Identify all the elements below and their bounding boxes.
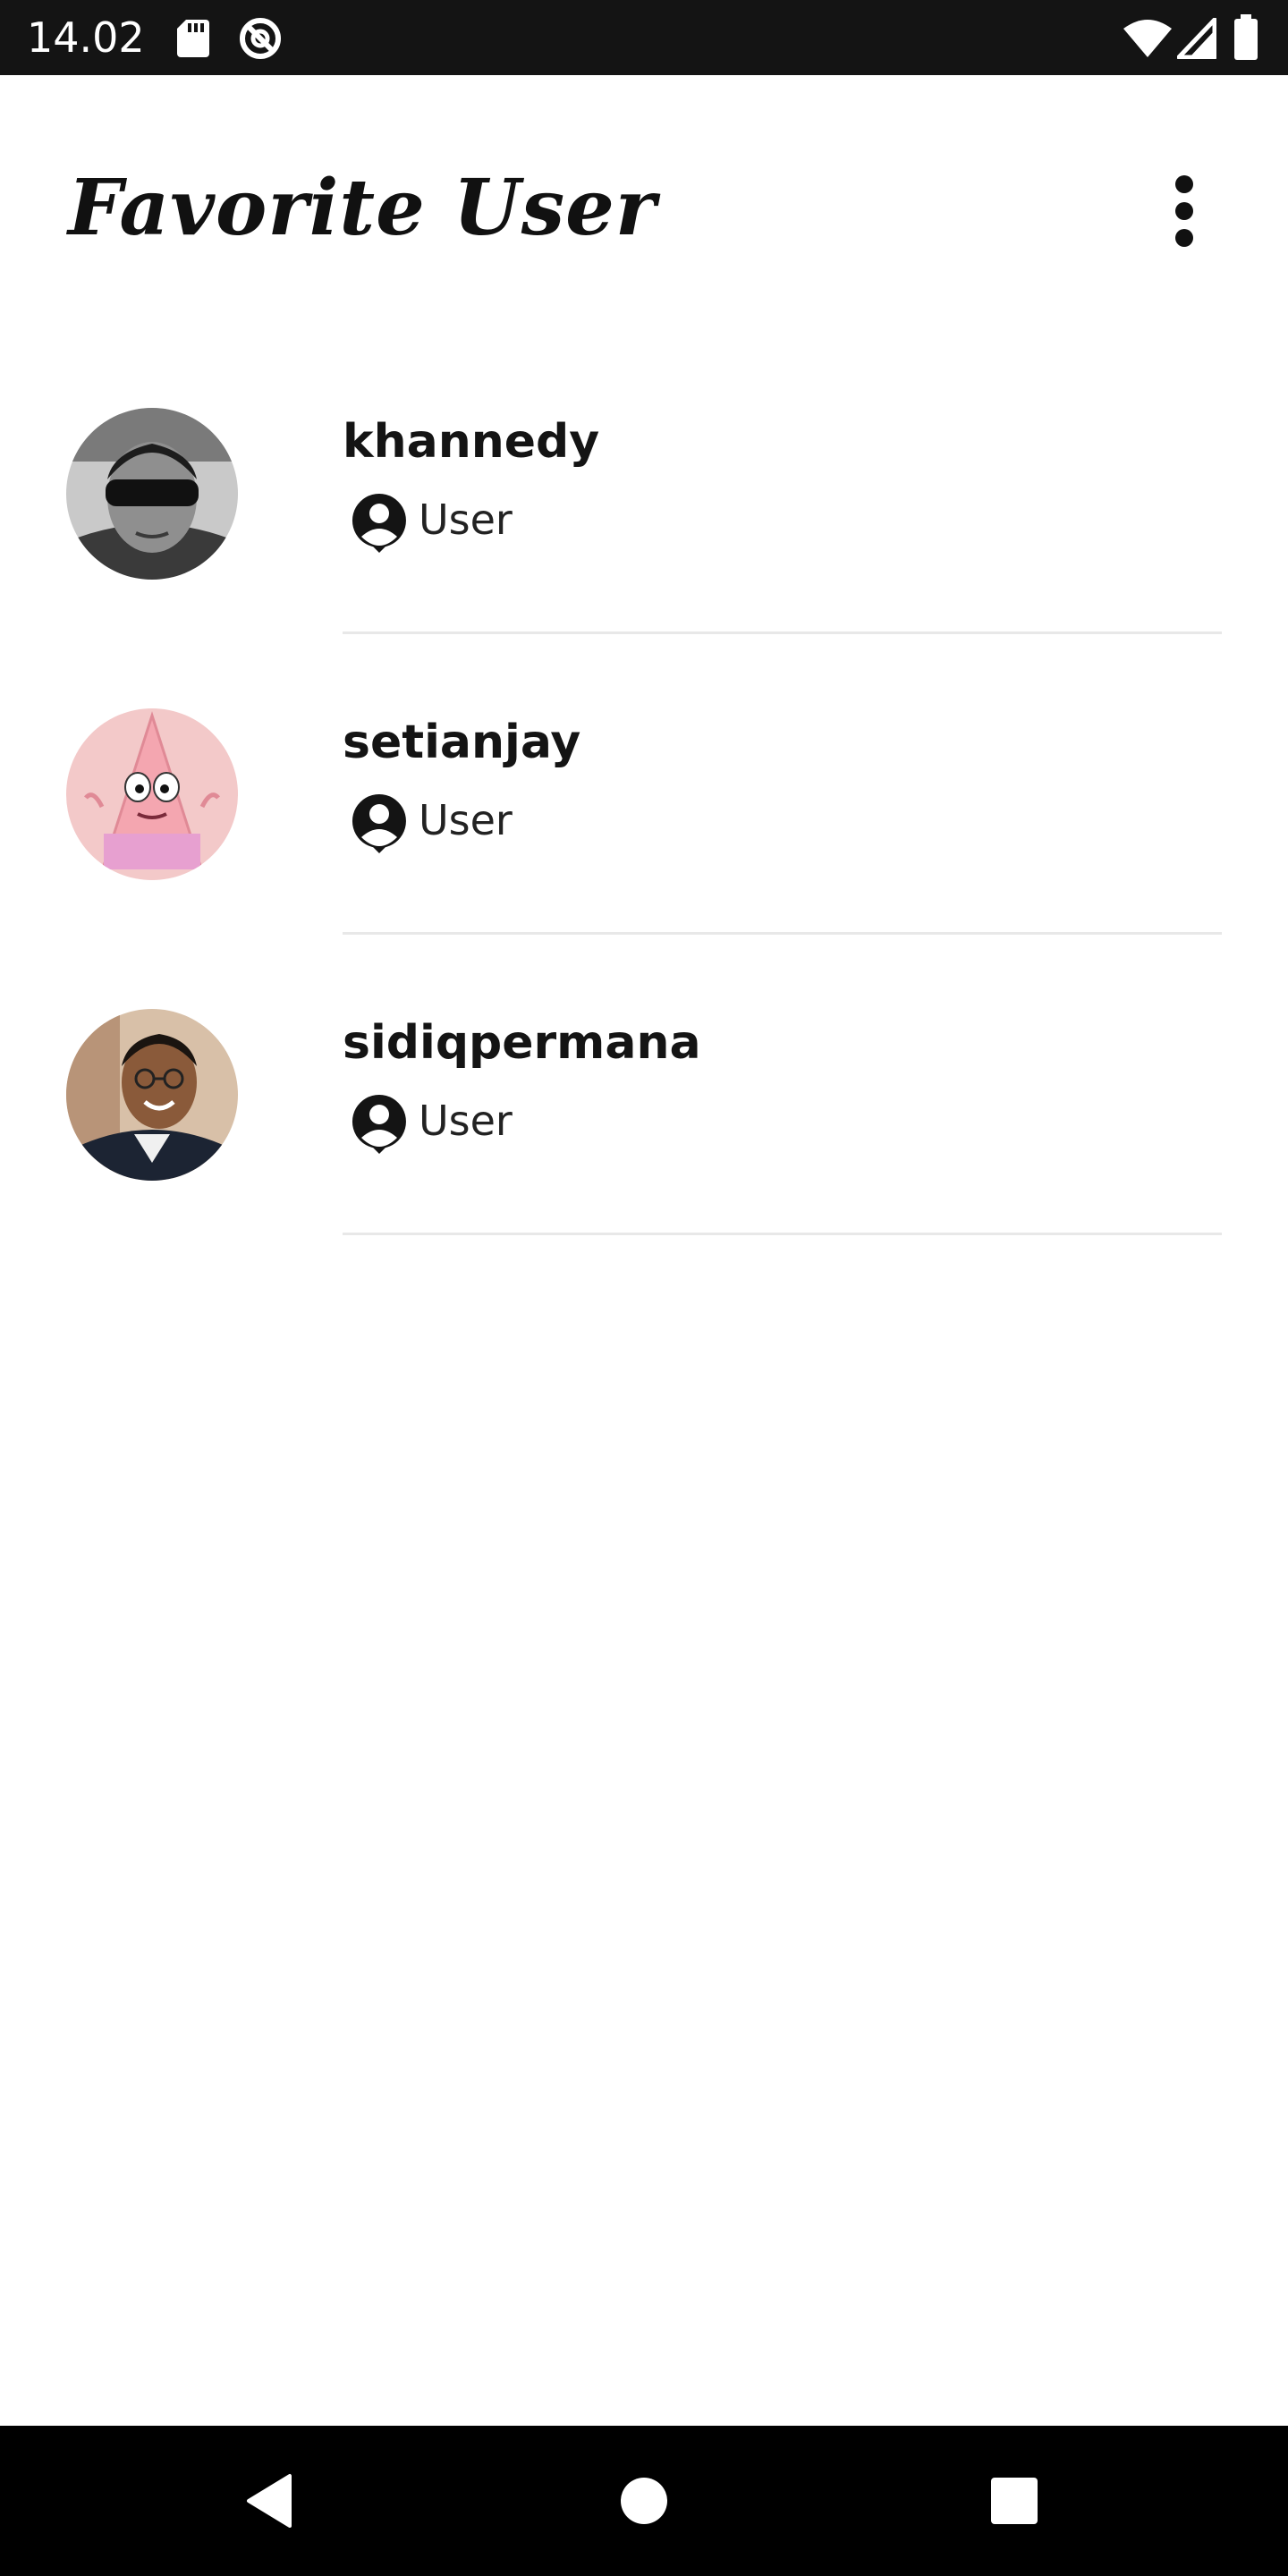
home-icon [621,2478,667,2524]
username: khannedy [343,415,600,469]
page-title: Favorite User [68,163,657,253]
user-type-label: User [419,796,513,844]
status-time: 14.02 [27,13,145,62]
list-item[interactable]: khannedy User [0,301,1288,634]
list-item[interactable]: setianjay User [0,601,1288,935]
username: sidiqpermana [343,1016,701,1070]
screen: 14.02 Favorite User khannedy User setian… [0,0,1288,2576]
more-vert-icon-dot [1175,202,1193,220]
account-circle-icon [352,794,406,853]
back-button[interactable] [224,2456,313,2546]
status-bar: 14.02 [0,0,1288,75]
signal-icon [1177,18,1216,59]
avatar [66,1009,238,1181]
no-disturb-icon [240,18,281,59]
username: setianjay [343,716,581,769]
account-circle-icon [352,494,406,553]
more-vert-icon-dot [1175,229,1193,247]
recents-button[interactable] [970,2456,1059,2546]
sd-card-icon [177,20,209,57]
wifi-icon [1123,20,1172,57]
battery-icon [1234,14,1258,60]
navigation-bar [0,2426,1288,2576]
avatar [66,708,238,880]
account-circle-icon [352,1095,406,1154]
user-type-label: User [419,496,513,544]
more-options-button[interactable] [1154,166,1215,256]
divider [343,1233,1222,1235]
recents-icon [991,2478,1038,2524]
home-button[interactable] [599,2456,689,2546]
list-item[interactable]: sidiqpermana User [0,902,1288,1235]
back-icon [247,2474,292,2528]
more-vert-icon [1175,175,1193,193]
user-type-label: User [419,1097,513,1145]
avatar [66,408,238,580]
